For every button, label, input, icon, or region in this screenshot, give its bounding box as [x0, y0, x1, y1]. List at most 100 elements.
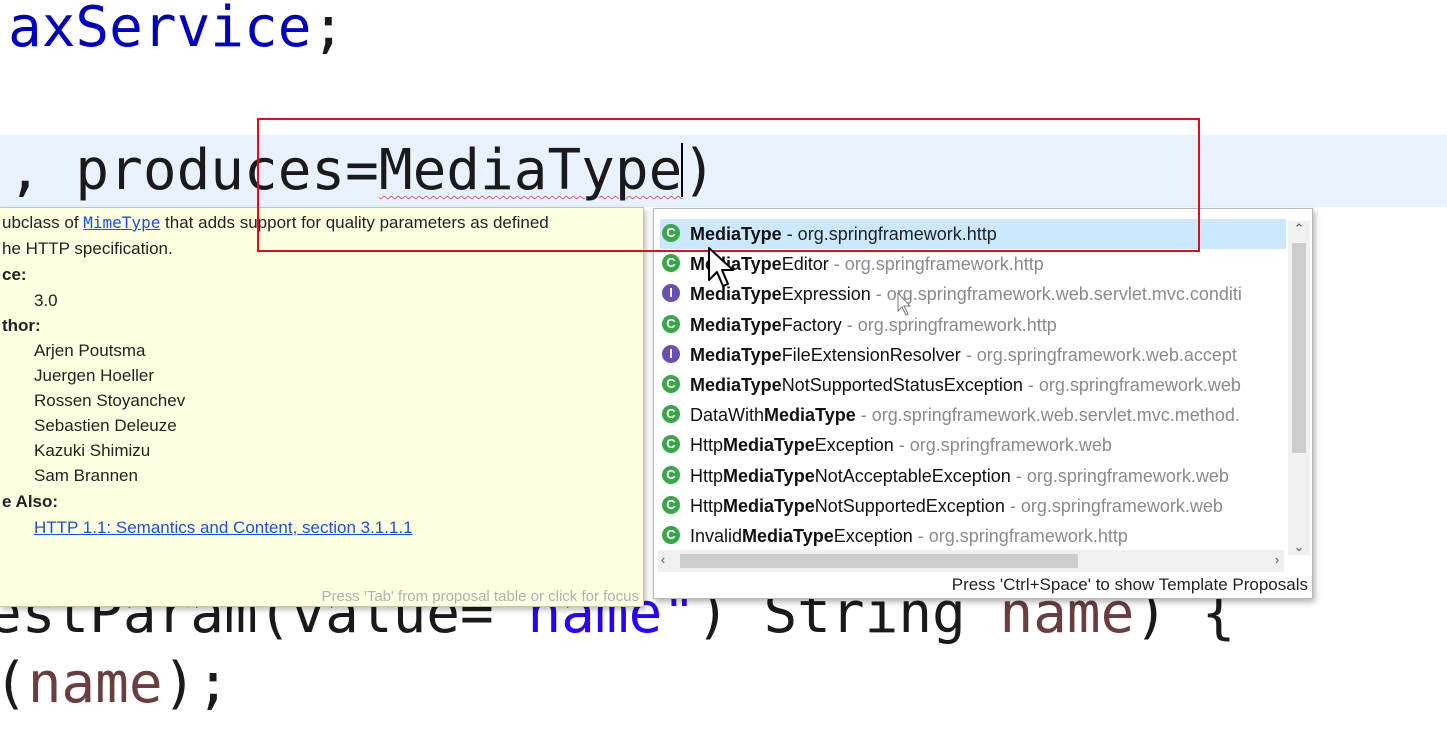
proposal-label: MediaTypeFileExtensionResolver - org.spr… [690, 340, 1237, 370]
class-icon: C [662, 375, 680, 393]
proposal-name-suffix: NotSupportedException [814, 495, 1005, 516]
javadoc-see-label: e Also: [2, 492, 59, 511]
code-call-var: name [27, 651, 163, 716]
javadoc-hover-panel[interactable]: ubclass of MimeType that adds support fo… [0, 207, 644, 607]
class-icon: C [662, 435, 680, 454]
javadoc-summary-line2: he HTTP specification. [2, 239, 173, 258]
proposal-package: - org.springframework.web [1004, 495, 1223, 516]
javadoc-author: Sebastien Deleuze [34, 416, 177, 435]
proposal-package: - org.springframework.http [912, 526, 1128, 546]
proposal-name-suffix: FileExtensionResolver [781, 344, 961, 365]
scroll-left-icon[interactable]: ‹ [654, 552, 674, 567]
highlight-annotation-box [257, 118, 1200, 252]
javadoc-since-label: ce: [2, 265, 27, 284]
proposal-name-suffix: Expression [781, 284, 871, 305]
scroll-down-icon[interactable]: ⌄ [1288, 539, 1310, 555]
proposal-row[interactable]: I MediaTypeExpression - org.springframewo… [660, 279, 1286, 309]
proposal-name-match: MediaType [690, 254, 782, 275]
scroll-up-icon[interactable]: ⌃ [1288, 221, 1310, 237]
javadoc-summary-text: ubclass of [2, 213, 84, 232]
proposal-name-match: MediaType [690, 284, 782, 305]
proposal-package: - org.springframework.web.servlet.mvc.co… [870, 284, 1242, 305]
proposal-name-prefix: Http [690, 435, 724, 456]
class-icon: C [662, 405, 680, 424]
javadoc-focus-hint: Press 'Tab' from proposal table or click… [321, 588, 639, 605]
code-call-open: ( [0, 651, 28, 716]
proposal-label: HttpMediaTypeException - org.springframe… [690, 430, 1112, 460]
horizontal-scrollbar[interactable]: ‹ › [658, 550, 1284, 572]
proposal-row[interactable]: I MediaTypeFileExtensionResolver - org.sp… [660, 340, 1286, 370]
content-assist-popup[interactable]: C MediaType - org.springframework.http C Me… [653, 208, 1313, 599]
class-icon: C [662, 526, 680, 544]
vertical-scrollbar[interactable]: ⌃ ⌄ [1288, 221, 1310, 555]
proposal-row[interactable]: C MediaTypeNotSupportedStatusException - … [660, 370, 1286, 400]
proposal-package: - org.springframework.web [1022, 375, 1241, 395]
javadoc-author: Rossen Stoyanchev [34, 391, 186, 410]
proposal-name-suffix: Editor [781, 254, 829, 275]
class-icon: C [662, 465, 680, 484]
proposal-name-suffix: Exception [833, 526, 913, 546]
vertical-scroll-thumb[interactable] [1292, 243, 1306, 453]
proposal-package: - org.springframework.web.accept [960, 344, 1237, 365]
horizontal-scroll-thumb[interactable] [680, 554, 1078, 568]
code-call-close: ); [162, 651, 231, 716]
proposal-row[interactable]: C InvalidMediaTypeException - org.springf… [660, 521, 1286, 551]
proposal-package: - org.springframework.web [893, 435, 1112, 456]
javadoc-mimetype-link[interactable]: MimeType [83, 213, 160, 232]
proposal-label: MediaTypeNotSupportedStatusException - o… [690, 370, 1241, 400]
proposal-name-prefix: Http [690, 495, 724, 516]
proposal-label: HttpMediaTypeNotSupportedException - org… [690, 491, 1223, 521]
interface-icon: I [662, 344, 680, 363]
code-line-field[interactable]: axService; [8, 0, 345, 56]
proposal-name-match: MediaType [723, 435, 815, 456]
proposal-list[interactable]: C MediaType - org.springframework.http C Me… [654, 209, 1288, 557]
proposal-name-match: MediaType [764, 405, 856, 426]
proposal-name-match: MediaType [690, 375, 782, 395]
proposal-package: - org.springframework.web [1010, 465, 1229, 486]
proposal-name-match: MediaType [723, 495, 815, 516]
proposal-row[interactable]: C MediaTypeFactory - org.springframework.… [660, 310, 1286, 340]
javadoc-author: Kazuki Shimizu [34, 441, 151, 460]
proposal-name-match: MediaType [742, 526, 834, 546]
javadoc-since-value: 3.0 [34, 291, 58, 310]
proposal-name-match: MediaType [690, 344, 782, 365]
javadoc-author-label: thor: [2, 316, 41, 335]
proposal-label: InvalidMediaTypeException - org.springfr… [690, 521, 1128, 551]
proposal-label: HttpMediaTypeNotAcceptableException - or… [690, 461, 1229, 491]
scroll-right-icon[interactable]: › [1266, 552, 1288, 567]
interface-icon: I [662, 284, 680, 303]
proposal-label: MediaTypeEditor - org.springframework.ht… [690, 249, 1044, 279]
javadoc-author: Sam Brannen [34, 466, 138, 485]
code-line-call[interactable]: (name); [0, 656, 230, 712]
proposal-name-suffix: NotSupportedStatusException [781, 375, 1023, 395]
code-field-name: axService [8, 0, 312, 60]
code-semicolon: ; [311, 0, 346, 60]
template-proposals-hint: Press 'Ctrl+Space' to show Template Prop… [951, 575, 1308, 594]
proposal-package: - org.springframework.http [841, 314, 1057, 335]
proposal-row[interactable]: C HttpMediaTypeException - org.springfram… [660, 430, 1286, 460]
proposal-label: DataWithMediaType - org.springframework.… [690, 400, 1240, 430]
proposal-name-prefix: DataWith [690, 405, 765, 426]
proposal-name-match: MediaType [690, 314, 782, 335]
proposal-row[interactable]: C HttpMediaTypeNotAcceptableException - o… [660, 461, 1286, 491]
javadoc-see-link[interactable]: HTTP 1.1: Semantics and Content, section… [34, 518, 413, 538]
javadoc-author: Arjen Poutsma [34, 341, 146, 360]
proposal-label: MediaTypeFactory - org.springframework.h… [690, 310, 1057, 340]
proposal-row[interactable]: C HttpMediaTypeNotSupportedException - or… [660, 491, 1286, 521]
proposal-name-match: MediaType [723, 465, 815, 486]
mouse-pointer-icon [708, 247, 734, 287]
proposal-name-prefix: Invalid [690, 526, 743, 546]
class-icon: C [662, 254, 680, 273]
secondary-pointer-icon [897, 292, 912, 316]
proposal-package: - org.springframework.http [828, 254, 1044, 275]
proposal-package: - org.springframework.web.servlet.mvc.me… [855, 405, 1240, 426]
proposal-name-suffix: Factory [781, 314, 842, 335]
proposal-row[interactable]: C MediaTypeEditor - org.springframework.h… [660, 249, 1286, 279]
javadoc-author: Juergen Hoeller [34, 366, 155, 385]
proposal-name-suffix: Exception [814, 435, 894, 456]
class-icon: C [662, 314, 680, 333]
proposal-row[interactable]: C DataWithMediaType - org.springframework… [660, 400, 1286, 430]
proposal-label: MediaTypeExpression - org.springframewor… [690, 279, 1242, 309]
proposal-name-suffix: NotAcceptableException [814, 465, 1011, 486]
proposal-name-prefix: Http [690, 465, 724, 486]
